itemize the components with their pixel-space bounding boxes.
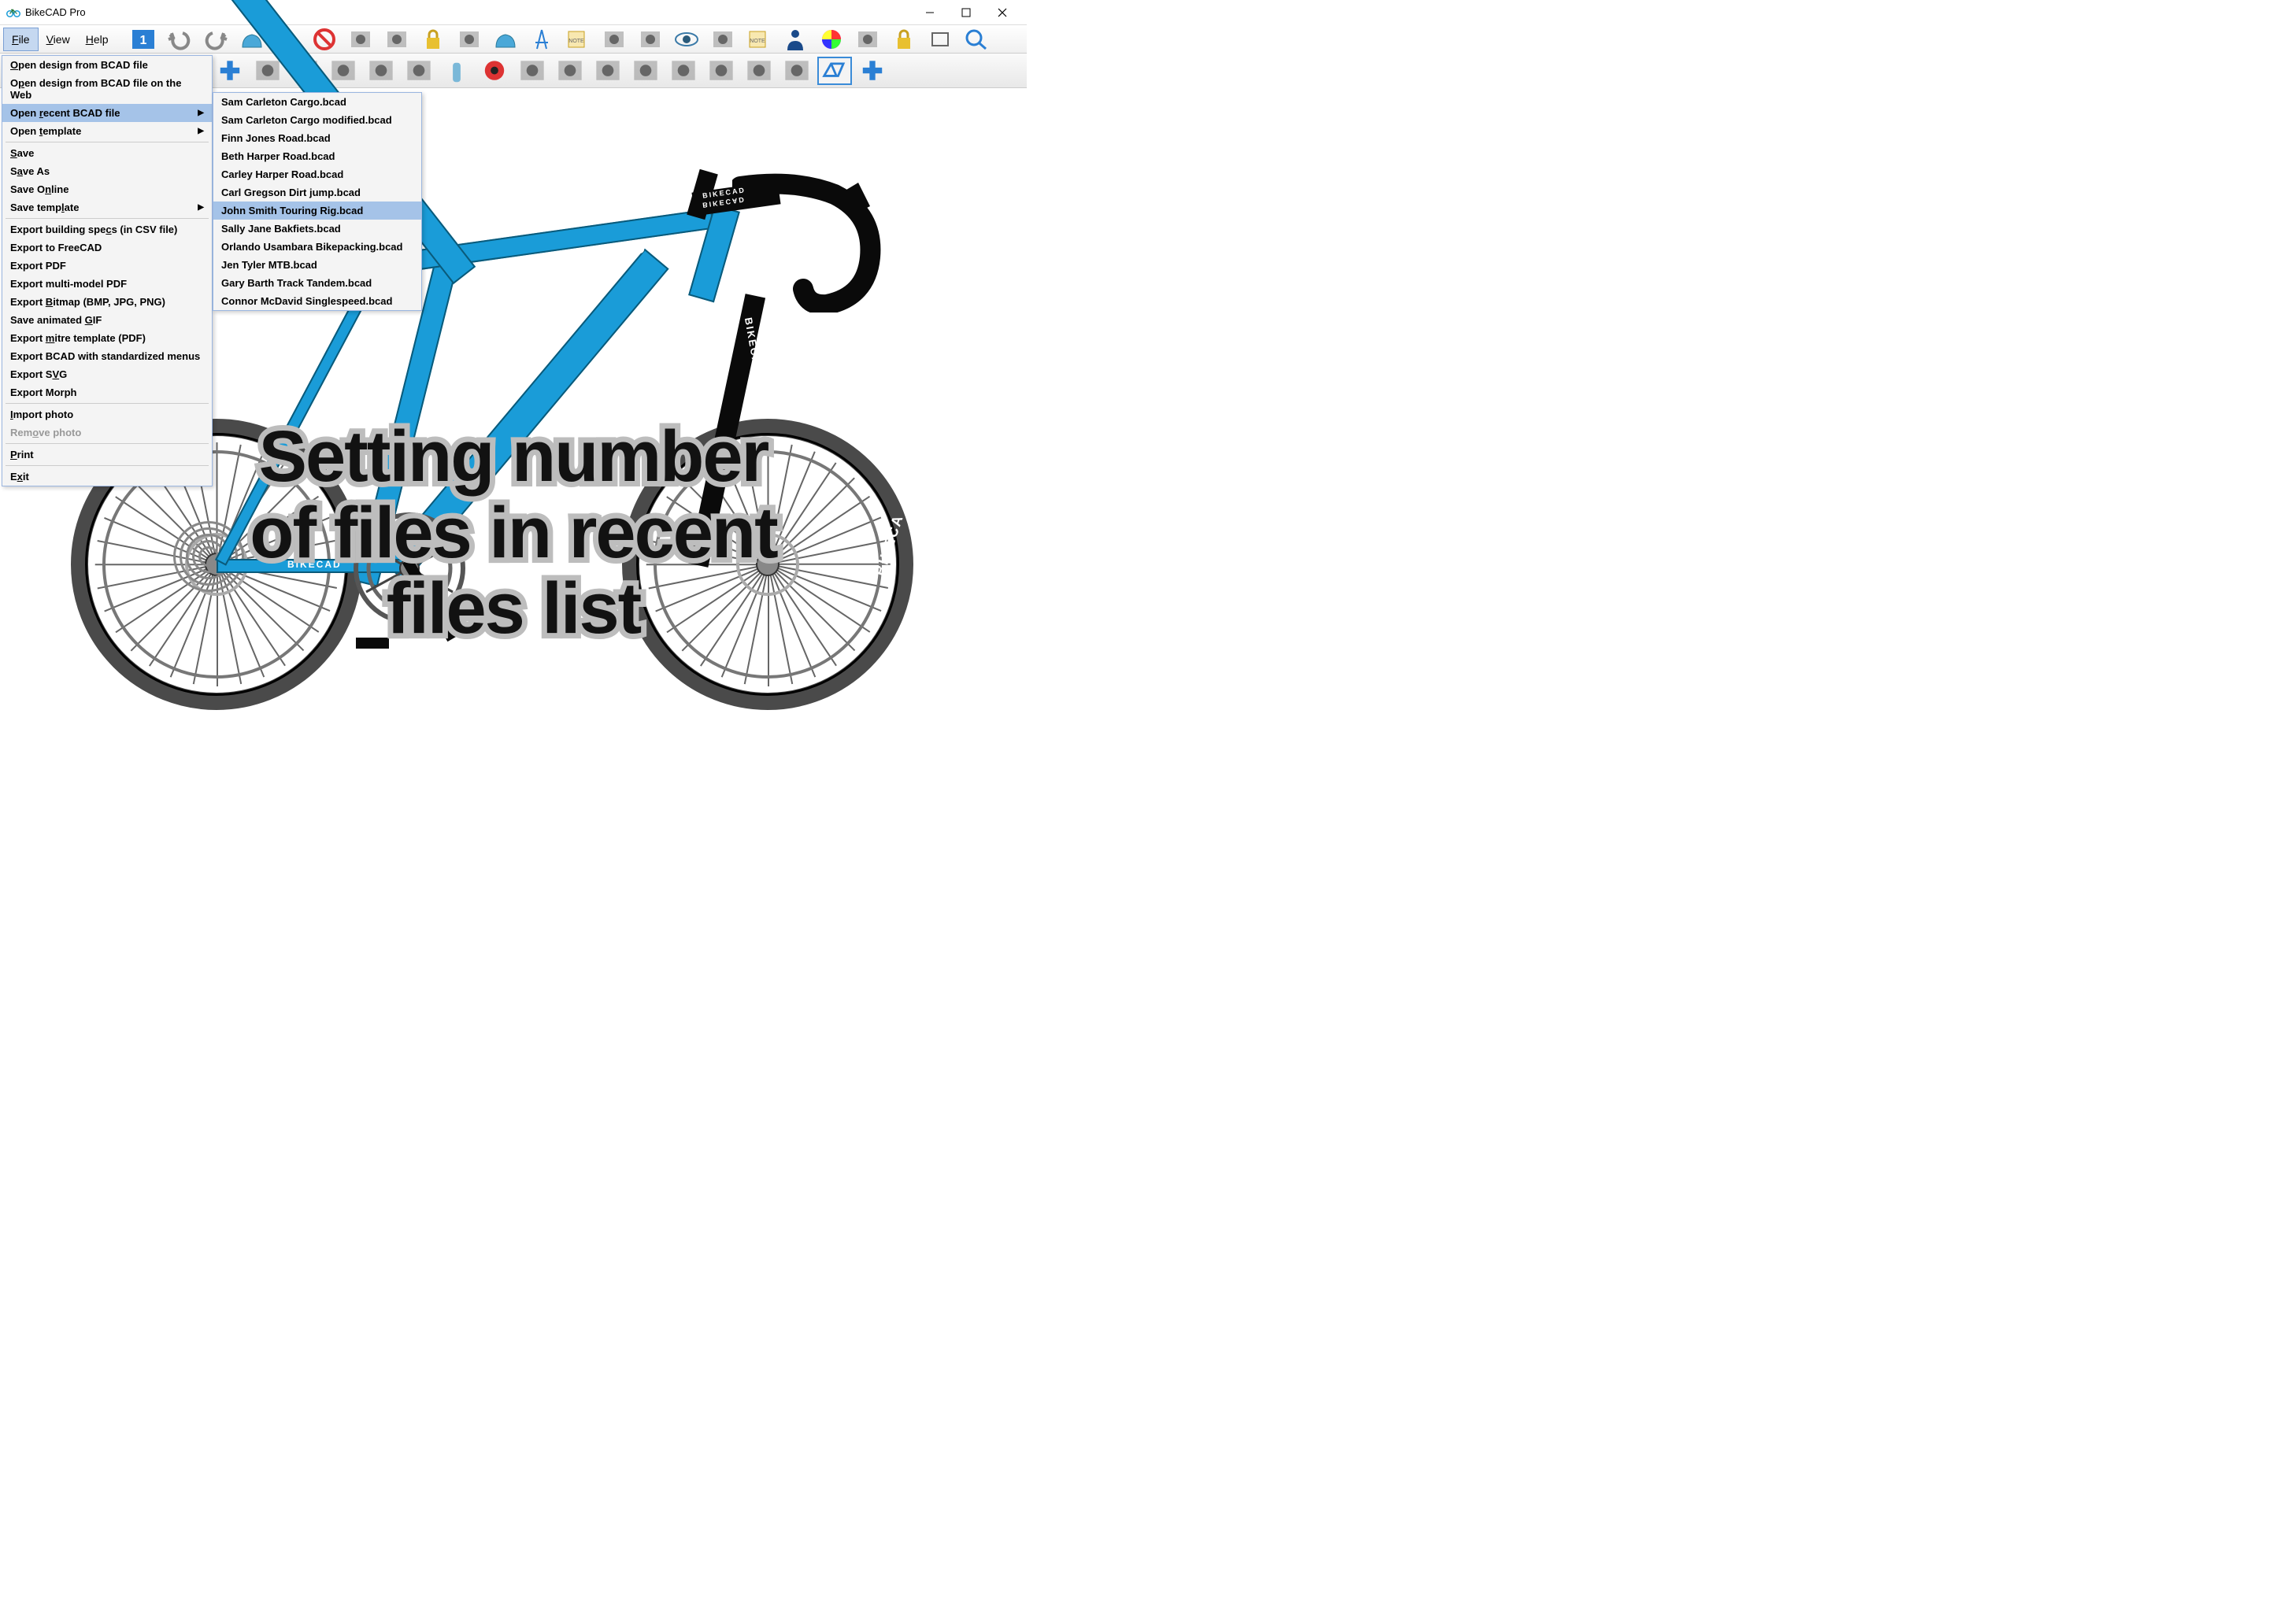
menu-export-multi-pdf[interactable]: Export multi-model PDF [2,275,212,293]
overlay-caption: Setting number of files in recent files … [250,419,777,647]
crank-icon[interactable] [666,57,701,85]
recent-file-item[interactable]: Jen Tyler MTB.bcad [213,256,421,274]
menu-save-gif[interactable]: Save animated GIF [2,311,212,329]
menu-print[interactable]: Print [2,446,212,464]
recent-file-item[interactable]: Orlando Usambara Bikepacking.bcad [213,238,421,256]
hub-icon[interactable] [780,57,814,85]
menu-save-template[interactable]: Save template▶ [2,198,212,216]
frame3-icon[interactable] [402,57,436,85]
menu-export-svg[interactable]: Export SVG [2,365,212,383]
handlebar [732,171,890,312]
reset-icon[interactable] [307,25,342,54]
menu-open-template[interactable]: Open template▶ [2,122,212,140]
recent-file-item[interactable]: Finn Jones Road.bcad [213,129,421,147]
undo-icon[interactable] [162,25,197,54]
bottle-icon[interactable] [439,57,474,85]
menu-save-as[interactable]: Save As [2,162,212,180]
dimensions-icon[interactable]: 1 [126,25,161,54]
svg-text:NOTE: NOTE [750,39,765,44]
wheel-icon[interactable] [591,57,625,85]
window-title: BikeCAD Pro [25,6,912,18]
svg-text:NOTE: NOTE [568,39,584,44]
menu-open-recent[interactable]: Open recent BCAD file▶ [2,104,212,122]
frameoutline-icon[interactable] [817,57,852,85]
eye-icon[interactable] [669,25,704,54]
menu-open-design[interactable]: Open design from BCAD file [2,56,212,74]
menu-exit[interactable]: Exit [2,468,212,486]
menu-help[interactable]: Help [78,28,117,50]
measure-icon[interactable] [705,25,740,54]
svg-text:1: 1 [139,34,146,47]
menu-file[interactable]: File [3,28,39,51]
menu-export-standardized[interactable]: Export BCAD with standardized menus [2,347,212,365]
menu-save[interactable]: Save [2,144,212,162]
window-controls [912,1,1020,24]
menu-export-mitre[interactable]: Export mitre template (PDF) [2,329,212,347]
recent-file-item[interactable]: Connor McDavid Singlespeed.bcad [213,292,421,310]
menu-open-web[interactable]: Open design from BCAD file on the Web [2,74,212,104]
maximize-button[interactable] [948,1,984,24]
person-icon[interactable] [778,25,813,54]
redo-icon[interactable] [198,25,233,54]
menu-export-morph[interactable]: Export Morph [2,383,212,401]
add-icon[interactable] [855,57,890,85]
frame-icon[interactable] [380,25,414,54]
menu-view[interactable]: View [39,28,78,50]
colorwheel-icon[interactable] [814,25,849,54]
frame2-icon[interactable] [364,57,398,85]
pedal-icon[interactable] [628,57,663,85]
bolt-icon[interactable] [633,25,668,54]
gear-icon[interactable] [850,25,885,54]
recent-file-item[interactable]: John Smith Touring Rig.bcad [213,202,421,220]
saddle-icon[interactable] [213,57,247,85]
zoom-icon[interactable] [959,25,994,54]
rect-icon[interactable] [923,25,957,54]
headset-icon[interactable] [477,57,512,85]
close-button[interactable] [984,1,1020,24]
file-menu-dropdown: Open design from BCAD fileOpen design fr… [2,55,213,486]
fork2-icon[interactable] [326,57,361,85]
recent-file-item[interactable]: Beth Harper Road.bcad [213,147,421,165]
recent-file-item[interactable]: Carley Harper Road.bcad [213,165,421,183]
note-icon[interactable]: NOTE [742,25,776,54]
recent-file-item[interactable]: Gary Barth Track Tandem.bcad [213,274,421,292]
palette-icon[interactable] [597,25,631,54]
notes-icon[interactable]: NOTE [561,25,595,54]
chain-icon[interactable] [704,57,739,85]
texture-icon[interactable] [452,25,487,54]
fender-icon[interactable] [515,57,550,85]
menu-remove-photo: Remove photo [2,423,212,442]
menubar: File View Help 1 NOTE NOTE [0,25,1027,54]
recent-files-submenu: Sam Carleton Cargo.bcadSam Carleton Carg… [213,92,422,311]
bars-icon[interactable] [553,57,587,85]
menu-export-bitmap[interactable]: Export Bitmap (BMP, JPG, PNG) [2,293,212,311]
menu-import-photo[interactable]: Import photo [2,405,212,423]
titlebar: BikeCAD Pro [0,0,1027,25]
compass-icon[interactable] [524,25,559,54]
minimize-button[interactable] [912,1,948,24]
fork-icon[interactable] [343,25,378,54]
recent-file-item[interactable]: Sally Jane Bakfiets.bcad [213,220,421,238]
menu-export-pdf[interactable]: Export PDF [2,257,212,275]
recent-file-item[interactable]: Sam Carleton Cargo.bcad [213,93,421,111]
recent-file-item[interactable]: Sam Carleton Cargo modified.bcad [213,111,421,129]
paint2-icon[interactable] [488,25,523,54]
brake-icon[interactable] [742,57,776,85]
recent-file-item[interactable]: Carl Gregson Dirt jump.bcad [213,183,421,202]
menu-save-online[interactable]: Save Online [2,180,212,198]
lock-icon[interactable] [416,25,450,54]
menu-export-csv[interactable]: Export building specs (in CSV file) [2,220,212,239]
menu-export-freecad[interactable]: Export to FreeCAD [2,239,212,257]
block-icon[interactable] [887,25,921,54]
app-icon [6,7,20,18]
